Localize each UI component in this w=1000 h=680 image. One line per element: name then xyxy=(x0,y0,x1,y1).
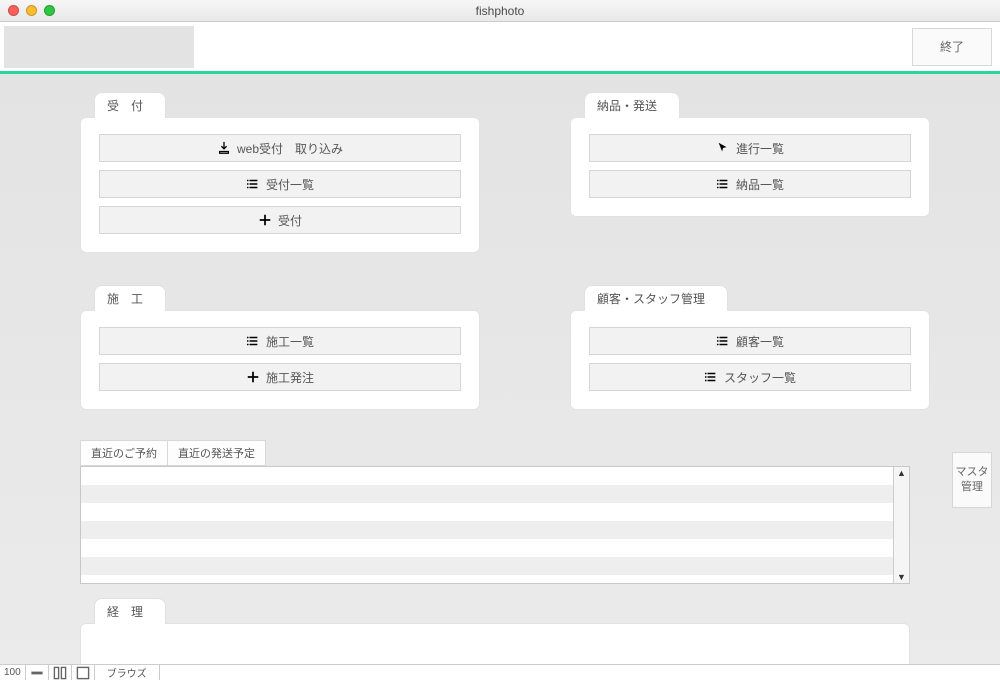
panel-construction: 施 工 施工一覧 施工発注 xyxy=(80,285,480,410)
status-bar: 100 ブラウズ xyxy=(0,664,1000,680)
list-icon xyxy=(246,334,260,348)
staff-list-label: スタッフ一覧 xyxy=(724,369,796,386)
web-import-label: web受付 取り込み xyxy=(237,140,343,157)
logo-placeholder xyxy=(4,26,194,68)
panel-accounting-title: 経 理 xyxy=(94,598,166,624)
cursor-icon xyxy=(716,141,730,155)
staff-list-button[interactable]: スタッフ一覧 xyxy=(589,363,911,391)
scroll-down-icon[interactable]: ▼ xyxy=(897,572,906,582)
header-bar: 終了 xyxy=(0,22,1000,74)
web-import-button[interactable]: web受付 取り込み xyxy=(99,134,461,162)
panel-accounting: 経 理 xyxy=(80,598,910,664)
master-management-label: マスタ 管理 xyxy=(956,465,989,496)
statusbar-btn-3[interactable] xyxy=(72,665,95,680)
progress-list-label: 進行一覧 xyxy=(736,140,784,157)
construction-order-label: 施工発注 xyxy=(266,369,314,386)
construction-list-button[interactable]: 施工一覧 xyxy=(99,327,461,355)
listview-rows[interactable] xyxy=(81,467,893,583)
list-row xyxy=(81,467,893,485)
master-management-button[interactable]: マスタ 管理 xyxy=(952,452,992,508)
list-row xyxy=(81,539,893,557)
delivery-list-button[interactable]: 納品一覧 xyxy=(589,170,911,198)
window-controls xyxy=(0,5,55,16)
zoom-window-button[interactable] xyxy=(44,5,55,16)
list-icon xyxy=(246,177,260,191)
window-title: fishphoto xyxy=(476,4,525,18)
construction-order-button[interactable]: 施工発注 xyxy=(99,363,461,391)
panel-delivery-title: 納品・発送 xyxy=(584,92,680,118)
customer-list-label: 顧客一覧 xyxy=(736,333,784,350)
scroll-up-icon[interactable]: ▲ xyxy=(897,468,906,478)
list-icon xyxy=(704,370,718,384)
customer-list-button[interactable]: 顧客一覧 xyxy=(589,327,911,355)
browse-mode-label[interactable]: ブラウズ xyxy=(95,665,160,680)
scrollbar[interactable]: ▲ ▼ xyxy=(893,467,909,583)
panel-customer-staff-title: 顧客・スタッフ管理 xyxy=(584,285,728,311)
panel-delivery: 納品・発送 進行一覧 納品一覧 xyxy=(570,92,930,253)
exit-button[interactable]: 終了 xyxy=(912,28,992,66)
list-row xyxy=(81,557,893,575)
panel-reception: 受 付 web受付 取り込み 受付一覧 xyxy=(80,92,480,253)
reception-new-label: 受付 xyxy=(278,212,302,229)
plus-icon xyxy=(258,213,272,227)
list-row xyxy=(81,485,893,503)
construction-list-label: 施工一覧 xyxy=(266,333,314,350)
main-area: 受 付 web受付 取り込み 受付一覧 xyxy=(0,74,1000,664)
plus-icon xyxy=(246,370,260,384)
progress-list-button[interactable]: 進行一覧 xyxy=(589,134,911,162)
statusbar-btn-1[interactable] xyxy=(26,665,49,680)
list-row xyxy=(81,521,893,539)
reception-list-button[interactable]: 受付一覧 xyxy=(99,170,461,198)
panel-construction-title: 施 工 xyxy=(94,285,166,311)
download-icon xyxy=(217,141,231,155)
tab-recent-reservations[interactable]: 直近のご予約 xyxy=(80,440,168,466)
tab-recent-shipments[interactable]: 直近の発送予定 xyxy=(167,440,266,466)
list-icon xyxy=(716,177,730,191)
statusbar-btn-2[interactable] xyxy=(49,665,72,680)
delivery-list-label: 納品一覧 xyxy=(736,176,784,193)
zoom-level[interactable]: 100 xyxy=(0,665,26,680)
list-icon xyxy=(716,334,730,348)
titlebar: fishphoto xyxy=(0,0,1000,22)
reception-list-label: 受付一覧 xyxy=(266,176,314,193)
close-window-button[interactable] xyxy=(8,5,19,16)
recent-listview: ▲ ▼ xyxy=(80,466,910,584)
panel-customer-staff: 顧客・スタッフ管理 顧客一覧 スタッフ一覧 xyxy=(570,285,930,410)
minimize-window-button[interactable] xyxy=(26,5,37,16)
reception-new-button[interactable]: 受付 xyxy=(99,206,461,234)
list-row xyxy=(81,503,893,521)
lower-section: 直近のご予約 直近の発送予定 ▲ ▼ xyxy=(80,440,910,584)
panel-reception-title: 受 付 xyxy=(94,92,166,118)
